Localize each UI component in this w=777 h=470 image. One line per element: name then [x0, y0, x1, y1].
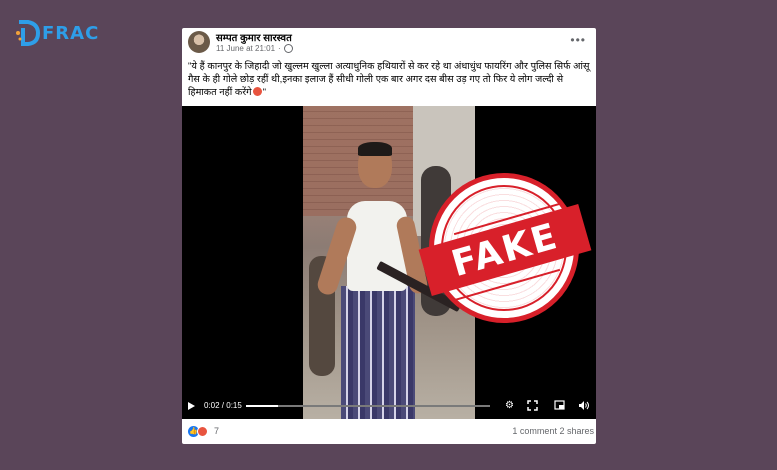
caption-text: "ये हैं कानपुर के जिहादी जो खुल्लम खुल्ल… [188, 61, 590, 98]
settings-icon[interactable]: ⚙ [504, 400, 515, 411]
post-footer: 👍 7 1 comment 2 shares [182, 419, 596, 444]
reaction-count[interactable]: 7 [214, 426, 219, 436]
video-player[interactable]: FAKE 0:02 / 0:15 ⚙ [182, 106, 596, 419]
dot-separator: · [278, 44, 281, 53]
post-header: सम्पत कुमार सारस्वत 11 June at 21:01 · •… [182, 28, 596, 58]
post-stats: 1 comment 2 shares [512, 426, 594, 436]
video-progress-bar[interactable] [246, 405, 490, 407]
angry-face-emoji-icon [252, 87, 262, 96]
frac-logo-icon [14, 18, 41, 48]
pip-icon[interactable] [554, 400, 565, 411]
fullscreen-icon[interactable] [527, 400, 538, 411]
frac-logo: FRAC [14, 18, 99, 48]
more-options-icon[interactable]: ••• [570, 33, 586, 47]
frac-logo-text: FRAC [42, 22, 100, 44]
globe-icon [283, 44, 293, 53]
author-avatar[interactable] [188, 31, 210, 53]
post-timestamp[interactable]: 11 June at 21:01 [216, 44, 275, 53]
facebook-post-card: सम्पत कुमार सारस्वत 11 June at 21:01 · •… [182, 28, 596, 444]
angry-reaction-icon[interactable] [197, 426, 208, 437]
fake-stamp: FAKE [418, 173, 592, 323]
author-name[interactable]: सम्पत कुमार सारस्वत [216, 30, 292, 44]
comment-count[interactable]: 1 comment [512, 426, 557, 436]
post-caption: "ये हैं कानपुर के जिहादी जो खुल्लम खुल्ल… [188, 60, 592, 99]
share-count[interactable]: 2 shares [559, 426, 594, 436]
video-controls: 0:02 / 0:15 ⚙ [182, 393, 596, 419]
post-meta: 11 June at 21:01 · [216, 44, 293, 53]
play-icon[interactable] [188, 402, 195, 410]
video-time: 0:02 / 0:15 [204, 401, 242, 410]
volume-icon[interactable] [578, 400, 589, 411]
caption-end: " [262, 87, 266, 98]
man-hair [358, 142, 392, 156]
video-progress-fill [246, 405, 278, 407]
